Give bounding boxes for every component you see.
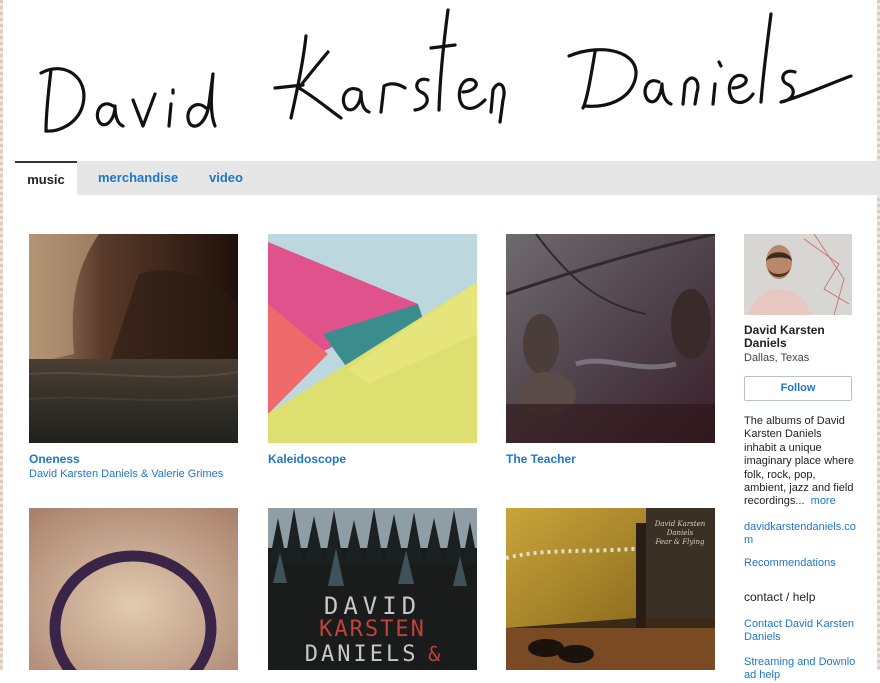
album-card-4[interactable] bbox=[29, 508, 238, 670]
album-artist[interactable]: David Karsten Daniels & Valerie Grimes bbox=[29, 468, 238, 480]
album-title[interactable]: Oneness bbox=[29, 452, 238, 466]
contact-heading: contact / help bbox=[744, 590, 816, 605]
streaming-help-link[interactable]: Streaming and Download help bbox=[744, 656, 856, 683]
tab-merchandise[interactable]: merchandise bbox=[98, 161, 178, 195]
album-card-oneness[interactable]: Oneness David Karsten Daniels & Valerie … bbox=[29, 234, 238, 480]
artist-location: Dallas, Texas bbox=[744, 352, 810, 364]
album-art-text: David Karsten Daniels Fear & Flying bbox=[654, 520, 706, 546]
artist-bio: The albums of David Karsten Daniels inha… bbox=[744, 415, 856, 509]
album-title[interactable]: Kaleidoscope bbox=[268, 452, 477, 466]
tab-music[interactable]: music bbox=[15, 161, 77, 195]
nav-bar: music merchandise video bbox=[15, 161, 880, 195]
album-art-kaleidoscope[interactable] bbox=[268, 234, 477, 443]
contact-artist-link[interactable]: Contact David Karsten Daniels bbox=[744, 618, 856, 645]
follow-button[interactable]: Follow bbox=[744, 376, 852, 401]
album-art-oneness[interactable] bbox=[29, 234, 238, 443]
album-art-the-teacher[interactable] bbox=[506, 234, 715, 443]
bio-text: The albums of David Karsten Daniels inha… bbox=[744, 415, 855, 508]
album-art-blanket-and-shoes[interactable]: David Karsten Daniels Fear & Flying bbox=[506, 508, 715, 670]
recommendations-link[interactable]: Recommendations bbox=[744, 557, 856, 570]
tab-video[interactable]: video bbox=[209, 161, 243, 195]
header-banner bbox=[3, 0, 877, 160]
album-card-kaleidoscope[interactable]: Kaleidoscope bbox=[268, 234, 477, 466]
album-card-5[interactable]: DAVID KARSTEN DANIELS & bbox=[268, 508, 477, 670]
album-art-ink-circle[interactable] bbox=[29, 508, 238, 670]
album-title[interactable]: The Teacher bbox=[506, 452, 715, 466]
website-link[interactable]: davidkarstendaniels.com bbox=[744, 521, 856, 548]
more-link[interactable]: more bbox=[811, 495, 836, 507]
artist-avatar[interactable] bbox=[744, 234, 852, 315]
artist-name[interactable]: David Karsten Daniels bbox=[744, 324, 856, 350]
album-art-pine-forest[interactable]: DAVID KARSTEN DANIELS & bbox=[268, 508, 477, 670]
artist-sidebar: David Karsten Daniels Dallas, Texas Foll… bbox=[744, 234, 856, 683]
handwritten-logo bbox=[39, 8, 853, 133]
album-art-text: DAVID KARSTEN DANIELS & bbox=[304, 592, 441, 667]
album-card-6[interactable]: David Karsten Daniels Fear & Flying bbox=[506, 508, 715, 670]
album-card-the-teacher[interactable]: The Teacher bbox=[506, 234, 715, 466]
